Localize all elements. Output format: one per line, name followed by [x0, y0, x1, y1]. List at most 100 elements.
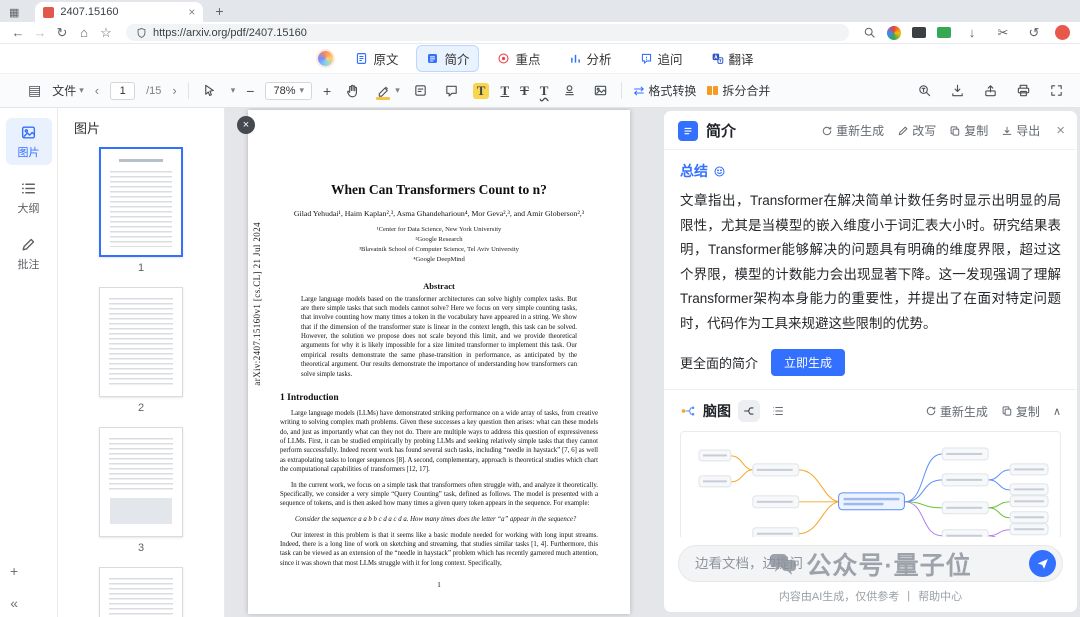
pdf-viewer[interactable]: × arXiv:2407.15160v1 [cs.CL] 21 Jul 2024… [225, 108, 661, 617]
help-center-link[interactable]: 帮助中心 [918, 588, 962, 604]
find-text-icon[interactable] [914, 81, 934, 101]
zoom-level-select[interactable]: 78% ▾ [265, 81, 313, 100]
divider [187, 82, 189, 99]
text-squiggly-tool[interactable]: T [540, 83, 549, 99]
text-highlight-tool[interactable]: T [472, 82, 490, 99]
comment-tool-icon[interactable] [442, 81, 462, 101]
sidebar-item-annotations[interactable]: 批注 [6, 230, 52, 277]
outline-icon [21, 183, 36, 194]
highlighter-tool[interactable]: ▾ [373, 81, 400, 101]
fullscreen-icon[interactable] [1046, 81, 1066, 101]
select-tool-icon[interactable] [200, 81, 220, 101]
copy-button[interactable]: 复制 [949, 122, 988, 139]
ai-tab-original[interactable]: 原文 [345, 45, 408, 72]
summary-icon [428, 54, 438, 63]
rail-label: 图片 [17, 147, 40, 159]
forward-icon[interactable]: → [30, 25, 50, 40]
send-button[interactable] [1029, 550, 1056, 577]
export-button[interactable]: 导出 [1001, 122, 1040, 139]
ai-tab-analysis[interactable]: 分析 [559, 45, 622, 72]
thumbnail-list: 1 2 3 4 [58, 147, 224, 617]
summary-heading: 总结 [680, 163, 708, 179]
next-page-icon[interactable]: › [172, 83, 176, 98]
chevron-down-icon: ▾ [79, 85, 84, 95]
image-tool-icon[interactable] [590, 81, 610, 101]
generate-now-button[interactable]: 立即生成 [771, 349, 846, 377]
ai-tab-followup[interactable]: 追问 [630, 45, 693, 72]
print-icon[interactable] [1013, 81, 1033, 101]
note-tool-icon[interactable] [411, 81, 431, 101]
mindmap-regenerate-button[interactable]: 重新生成 [925, 403, 988, 420]
hand-tool-icon[interactable] [342, 81, 362, 101]
nav-right-icons: ↓ ✂ ↺ [863, 25, 1070, 41]
thumbnail-panel-title: 图片 [74, 121, 101, 136]
extension-pinwheel-icon[interactable] [887, 25, 901, 40]
ai-tab-translate[interactable]: 翻译 [701, 45, 764, 72]
browser-navbar: ← → ↻ ⌂ ☆ https://arxiv.org/pdf/2407.151… [0, 22, 1080, 44]
reload-icon[interactable]: ↻ [52, 25, 72, 41]
download-file-icon[interactable] [947, 81, 967, 101]
page-number-input[interactable] [110, 81, 136, 100]
pdf-page: arXiv:2407.15160v1 [cs.CL] 21 Jul 2024 W… [248, 110, 630, 614]
collapse-mindmap-icon[interactable]: ∧ [1053, 405, 1061, 418]
summary-heading-row: 总结 [680, 161, 1061, 181]
page-thumbnail[interactable] [99, 287, 183, 397]
mindmap-copy-button[interactable]: 复制 [1001, 403, 1040, 420]
ai-tab-highlights[interactable]: 重点 [487, 45, 550, 72]
search-icon[interactable] [863, 26, 876, 39]
ai-tab-label: 重点 [515, 53, 541, 67]
text-underline-tool[interactable]: T [500, 83, 509, 99]
page-total-label: /15 [146, 84, 162, 97]
ask-input[interactable] [695, 556, 1029, 571]
divider [621, 82, 623, 99]
refresh-icon [822, 126, 832, 135]
browser-tab[interactable]: 2407.15160 × [35, 2, 204, 22]
page-thumbnail[interactable] [99, 147, 183, 257]
history-icon[interactable]: ↺ [1024, 25, 1044, 41]
scissors-icon[interactable]: ✂ [993, 25, 1013, 41]
affiliation: ²Google Research [415, 235, 463, 243]
prev-page-icon[interactable]: ‹ [95, 83, 99, 98]
home-icon[interactable]: ⌂ [74, 25, 94, 40]
thumb-decoration [109, 578, 173, 617]
url-bar[interactable]: https://arxiv.org/pdf/2407.15160 [126, 24, 849, 41]
select-tool-caret[interactable]: ▾ [231, 85, 236, 96]
collapse-sidebar-icon[interactable]: « [10, 595, 18, 611]
page-thumbnail[interactable] [99, 567, 183, 617]
zoom-out-icon[interactable]: − [246, 83, 254, 99]
panel-actions: 重新生成 改写 复制 导出 × [821, 122, 1065, 139]
profile-avatar[interactable] [1055, 25, 1070, 40]
paper-paragraph: Our interest in this problem is that it … [280, 531, 598, 567]
format-convert-button[interactable]: ⇄ 格式转换 [633, 82, 696, 99]
split-merge-button[interactable]: 拆分合并 [707, 82, 770, 99]
stamp-tool-icon[interactable] [559, 81, 579, 101]
page-thumbnail[interactable] [99, 427, 183, 537]
tab-close-icon[interactable]: × [188, 5, 195, 19]
apps-grid-icon[interactable]: ▦ [9, 6, 19, 19]
ai-tab-summary[interactable]: 简介 [416, 45, 480, 72]
text-strikethrough-tool[interactable]: T [520, 83, 529, 99]
zoom-in-icon[interactable]: + [323, 83, 331, 99]
close-thumbnail-panel-button[interactable]: × [237, 116, 255, 134]
assistant-logo-icon[interactable] [316, 49, 336, 68]
sidebar-toggle-icon[interactable]: ▤ [28, 82, 41, 99]
bookmark-star-icon[interactable]: ☆ [96, 25, 116, 41]
ask-input-bar[interactable] [678, 545, 1063, 582]
rewrite-button[interactable]: 改写 [897, 122, 936, 139]
mindmap-canvas[interactable]: ＋ − [680, 431, 1061, 537]
list-view-toggle[interactable] [767, 400, 789, 422]
close-panel-icon[interactable]: × [1056, 122, 1065, 139]
sidebar-item-outline[interactable]: 大纲 [6, 174, 52, 221]
screen-capture-icon[interactable] [912, 27, 926, 38]
reader-mode-icon[interactable] [937, 27, 951, 38]
back-icon[interactable]: ← [8, 25, 28, 40]
regenerate-button[interactable]: 重新生成 [821, 122, 884, 139]
mindmap-view-toggle[interactable] [738, 400, 760, 423]
download-icon[interactable]: ↓ [962, 25, 982, 40]
sidebar-item-images[interactable]: 图片 [5, 118, 52, 165]
new-tab-button[interactable]: + [215, 3, 223, 19]
file-menu[interactable]: 文件 ▾ [52, 82, 84, 99]
save-export-icon[interactable] [980, 81, 1000, 101]
pdf-favicon [43, 6, 55, 18]
add-page-icon[interactable]: + [10, 563, 18, 579]
